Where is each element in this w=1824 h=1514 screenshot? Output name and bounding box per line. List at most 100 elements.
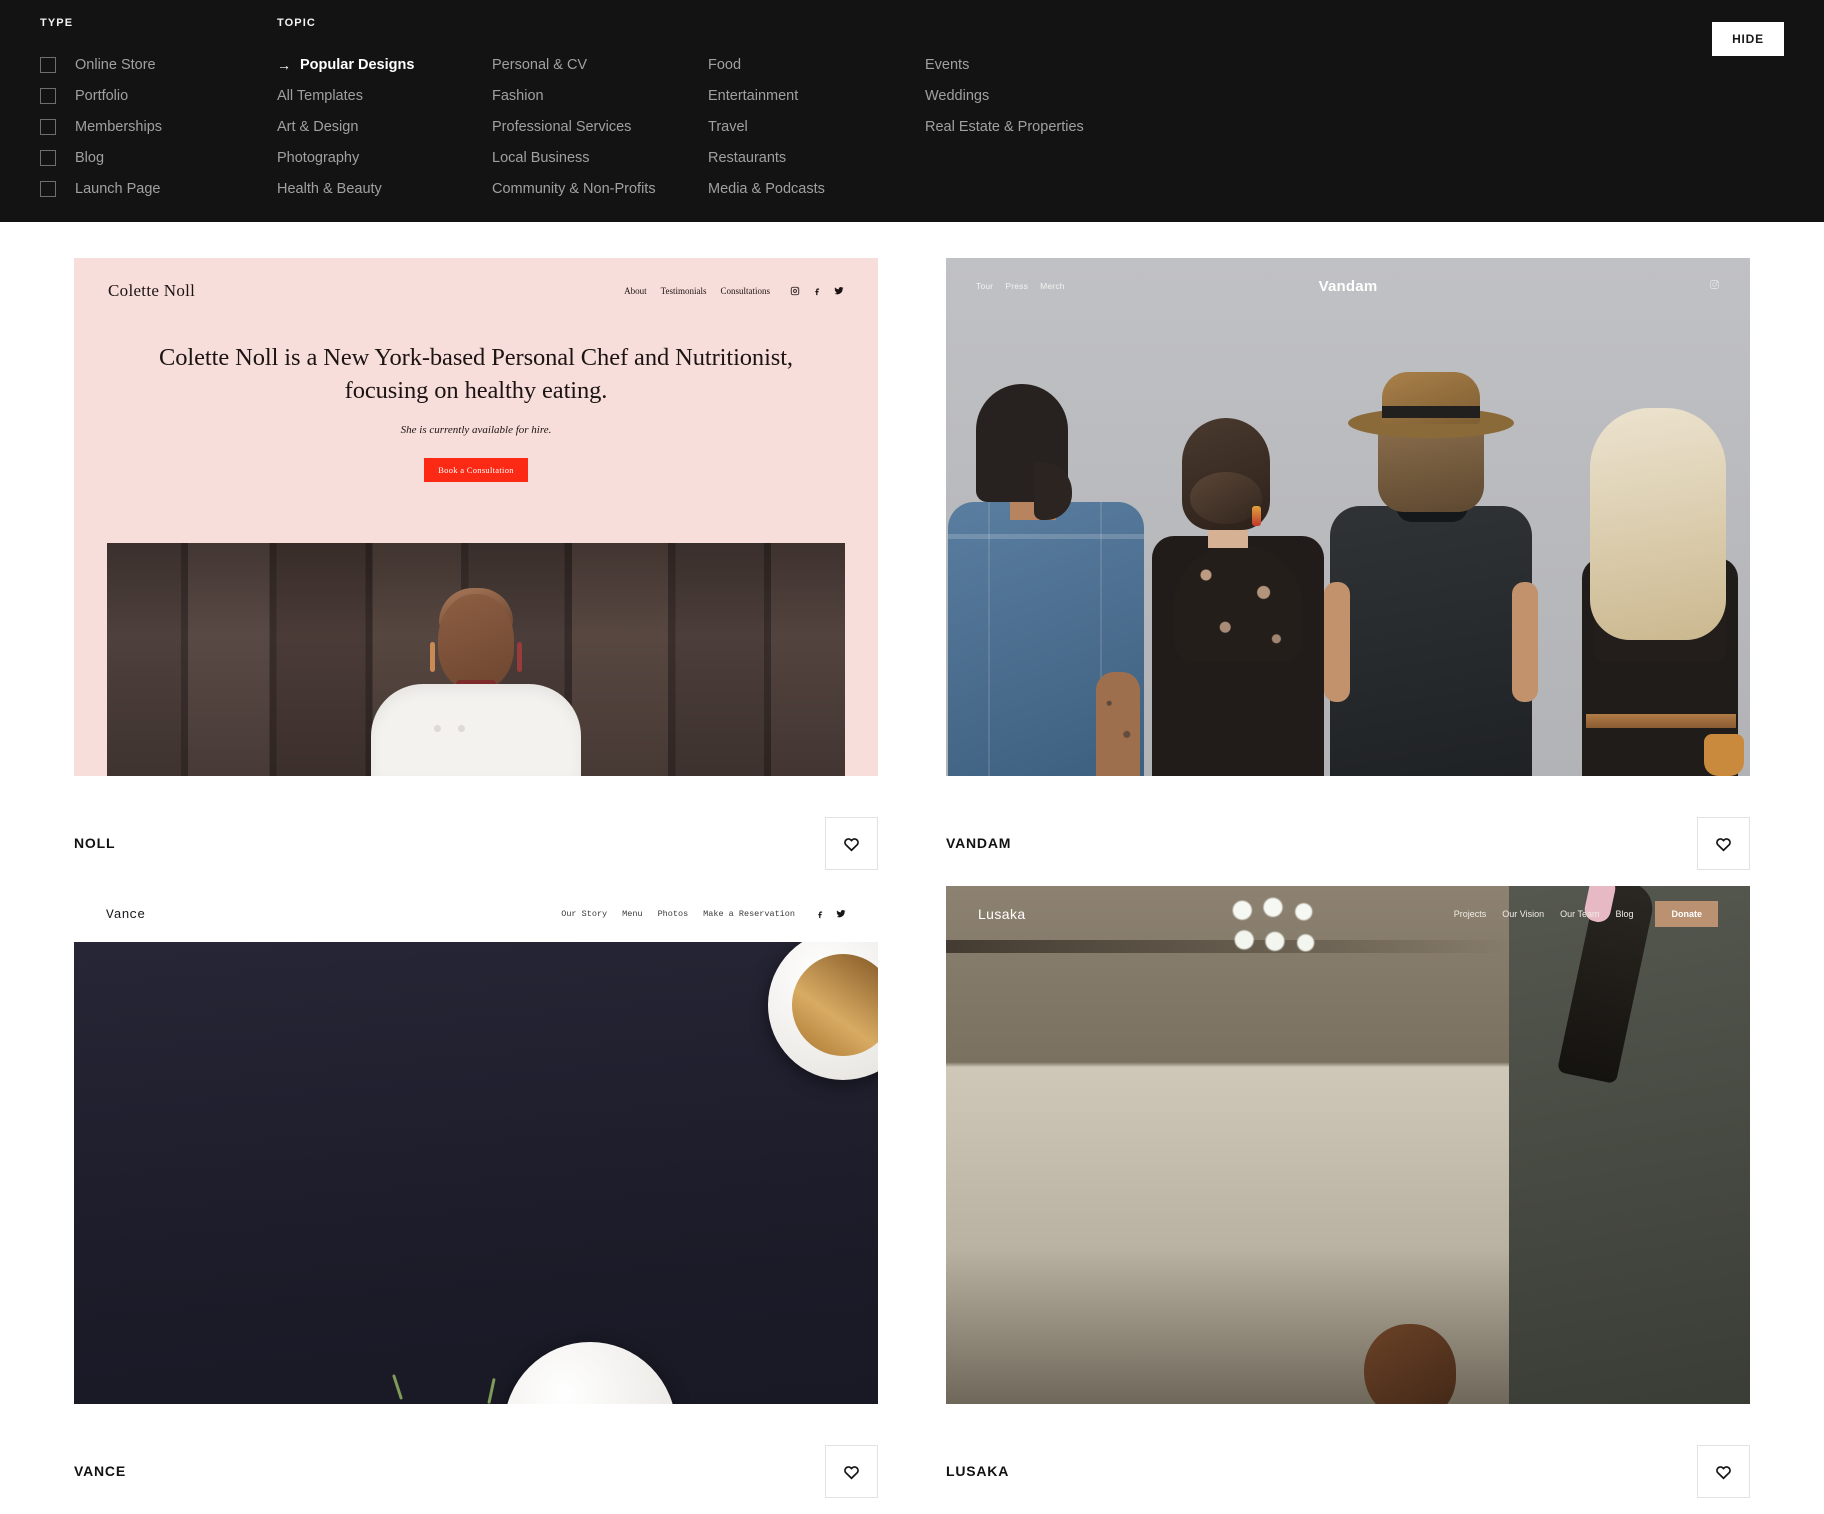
topic-item-restaurants[interactable]: Restaurants — [708, 142, 925, 173]
topic-item-popular-designs[interactable]: → Popular Designs — [277, 49, 492, 80]
facebook-icon — [815, 288, 820, 296]
child-figure — [1364, 1324, 1484, 1404]
preview-nav-link: Photos — [657, 909, 689, 919]
template-preview-noll[interactable]: Colette Noll About Testimonials Consulta… — [74, 258, 878, 776]
preview-nav: Tour Press Merch Vandam — [946, 258, 1750, 314]
topic-item-media-podcasts[interactable]: Media & Podcasts — [708, 173, 925, 204]
twitter-icon — [834, 287, 844, 295]
template-preview-vandam[interactable]: Tour Press Merch Vandam — [946, 258, 1750, 776]
topic-item-personal-cv[interactable]: Personal & CV — [492, 49, 708, 80]
topic-item-label: Entertainment — [708, 87, 799, 104]
preview-nav-link: Our Story — [561, 909, 608, 919]
preview-nav-link: About — [624, 286, 647, 296]
topic-item-label: Professional Services — [492, 118, 632, 135]
checkbox-icon[interactable] — [40, 87, 56, 104]
topic-item-weddings[interactable]: Weddings — [925, 80, 1140, 111]
topic-item-label: Food — [708, 56, 742, 73]
preview-nav-link: Blog — [1615, 909, 1634, 919]
topic-item-entertainment[interactable]: Entertainment — [708, 80, 925, 111]
preview-nav-link: Our Vision — [1502, 909, 1545, 919]
chef-coat-button — [434, 725, 441, 732]
type-section-label: TYPE — [40, 17, 74, 29]
topic-item-community-non-profits[interactable]: Community & Non-Profits — [492, 173, 708, 204]
topic-column-1: → Popular Designs All Templates Art & De… — [277, 49, 492, 204]
preview-hero-photo — [107, 543, 845, 776]
topic-item-local-business[interactable]: Local Business — [492, 142, 708, 173]
preview-nav-link: Make a Reservation — [703, 909, 795, 919]
instagram-icon — [790, 286, 800, 296]
figure-denim-man — [948, 384, 1144, 776]
checkbox-icon[interactable] — [40, 149, 56, 166]
preview-donate-button[interactable]: Donate — [1655, 901, 1718, 927]
shirt-seam — [988, 502, 990, 776]
topic-item-fashion[interactable]: Fashion — [492, 80, 708, 111]
hat-band — [1382, 406, 1480, 418]
hide-filters-button[interactable]: HIDE — [1712, 22, 1784, 56]
template-card-vance[interactable]: Vance Our Story Menu Photos Make a Reser… — [74, 886, 878, 1514]
preview-nav: Lusaka Projects Our Vision Our Team Blog… — [946, 886, 1750, 942]
preview-nav-link: Consultations — [720, 286, 770, 296]
favorite-button[interactable] — [1697, 816, 1750, 870]
topic-item-travel[interactable]: Travel — [708, 111, 925, 142]
type-option-label: Launch Page — [75, 180, 161, 197]
type-option-label: Memberships — [75, 118, 163, 135]
favorite-button[interactable] — [825, 816, 878, 870]
topic-item-label: Restaurants — [708, 149, 787, 166]
chef-portrait — [346, 576, 606, 776]
checkbox-icon[interactable] — [40, 180, 56, 197]
preview-nav-link: Tour — [976, 281, 994, 291]
topic-item-label: Popular Designs — [300, 56, 415, 73]
checkbox-icon[interactable] — [40, 118, 56, 135]
preview-logo: Vance — [106, 906, 146, 922]
topic-item-label: Media & Podcasts — [708, 180, 825, 197]
topic-item-label: Fashion — [492, 87, 544, 104]
preview-hero: Colette Noll is a New York-based Persona… — [74, 342, 878, 483]
topic-item-events[interactable]: Events — [925, 49, 1140, 80]
template-card-noll[interactable]: Colette Noll About Testimonials Consulta… — [74, 258, 878, 886]
chef-earring-left — [430, 642, 435, 672]
topic-item-professional-services[interactable]: Professional Services — [492, 111, 708, 142]
preview-social-icons — [790, 286, 844, 296]
shirt-yoke — [948, 534, 1144, 539]
template-preview-vance[interactable]: Vance Our Story Menu Photos Make a Reser… — [74, 886, 878, 1404]
topic-item-all-templates[interactable]: All Templates — [277, 80, 492, 111]
topic-column-2: Personal & CV Fashion Professional Servi… — [492, 49, 708, 204]
type-option-online-store[interactable]: Online Store — [40, 49, 162, 80]
template-grid: Colette Noll About Testimonials Consulta… — [0, 222, 1824, 1514]
topic-item-art-design[interactable]: Art & Design — [277, 111, 492, 142]
preview-nav: Vance Our Story Menu Photos Make a Reser… — [74, 886, 878, 942]
topic-item-photography[interactable]: Photography — [277, 142, 492, 173]
favorite-button[interactable] — [825, 1444, 878, 1498]
template-name: VANDAM — [946, 835, 1012, 851]
chef-coat — [371, 684, 581, 776]
instagram-icon — [1710, 280, 1719, 289]
topic-item-real-estate-properties[interactable]: Real Estate & Properties — [925, 111, 1140, 142]
template-card-vandam[interactable]: Tour Press Merch Vandam VANDAM — [946, 258, 1750, 886]
type-option-memberships[interactable]: Memberships — [40, 111, 162, 142]
topic-item-health-beauty[interactable]: Health & Beauty — [277, 173, 492, 204]
type-option-label: Online Store — [75, 56, 156, 73]
type-option-portfolio[interactable]: Portfolio — [40, 80, 162, 111]
template-preview-lusaka[interactable]: Lusaka Projects Our Vision Our Team Blog… — [946, 886, 1750, 1404]
preview-nav-link: Testimonials — [660, 286, 707, 296]
heart-icon — [844, 837, 859, 851]
figure-bun-woman — [1146, 418, 1326, 776]
preview-nav-links: Tour Press Merch — [976, 281, 1065, 291]
topic-filter-group: TOPIC → Popular Designs All Templates Ar… — [277, 17, 1627, 204]
checkbox-icon[interactable] — [40, 56, 56, 73]
chef-coat-button — [458, 725, 465, 732]
type-option-blog[interactable]: Blog — [40, 142, 162, 173]
topic-item-food[interactable]: Food — [708, 49, 925, 80]
template-card-footer: NOLL — [74, 776, 878, 886]
topic-item-label: Community & Non-Profits — [492, 180, 656, 197]
topic-item-label: Health & Beauty — [277, 180, 382, 197]
template-card-lusaka[interactable]: Lusaka Projects Our Vision Our Team Blog… — [946, 886, 1750, 1514]
preview-cta-button[interactable]: Book a Consultation — [424, 458, 528, 483]
earring — [1252, 506, 1261, 526]
type-option-label: Portfolio — [75, 87, 129, 104]
filter-bar: TYPE Online Store Portfolio Memberships … — [0, 0, 1824, 222]
favorite-button[interactable] — [1697, 1444, 1750, 1498]
type-option-label: Blog — [75, 149, 105, 166]
preview-hero-photo — [74, 942, 878, 1404]
type-option-launch-page[interactable]: Launch Page — [40, 173, 162, 204]
